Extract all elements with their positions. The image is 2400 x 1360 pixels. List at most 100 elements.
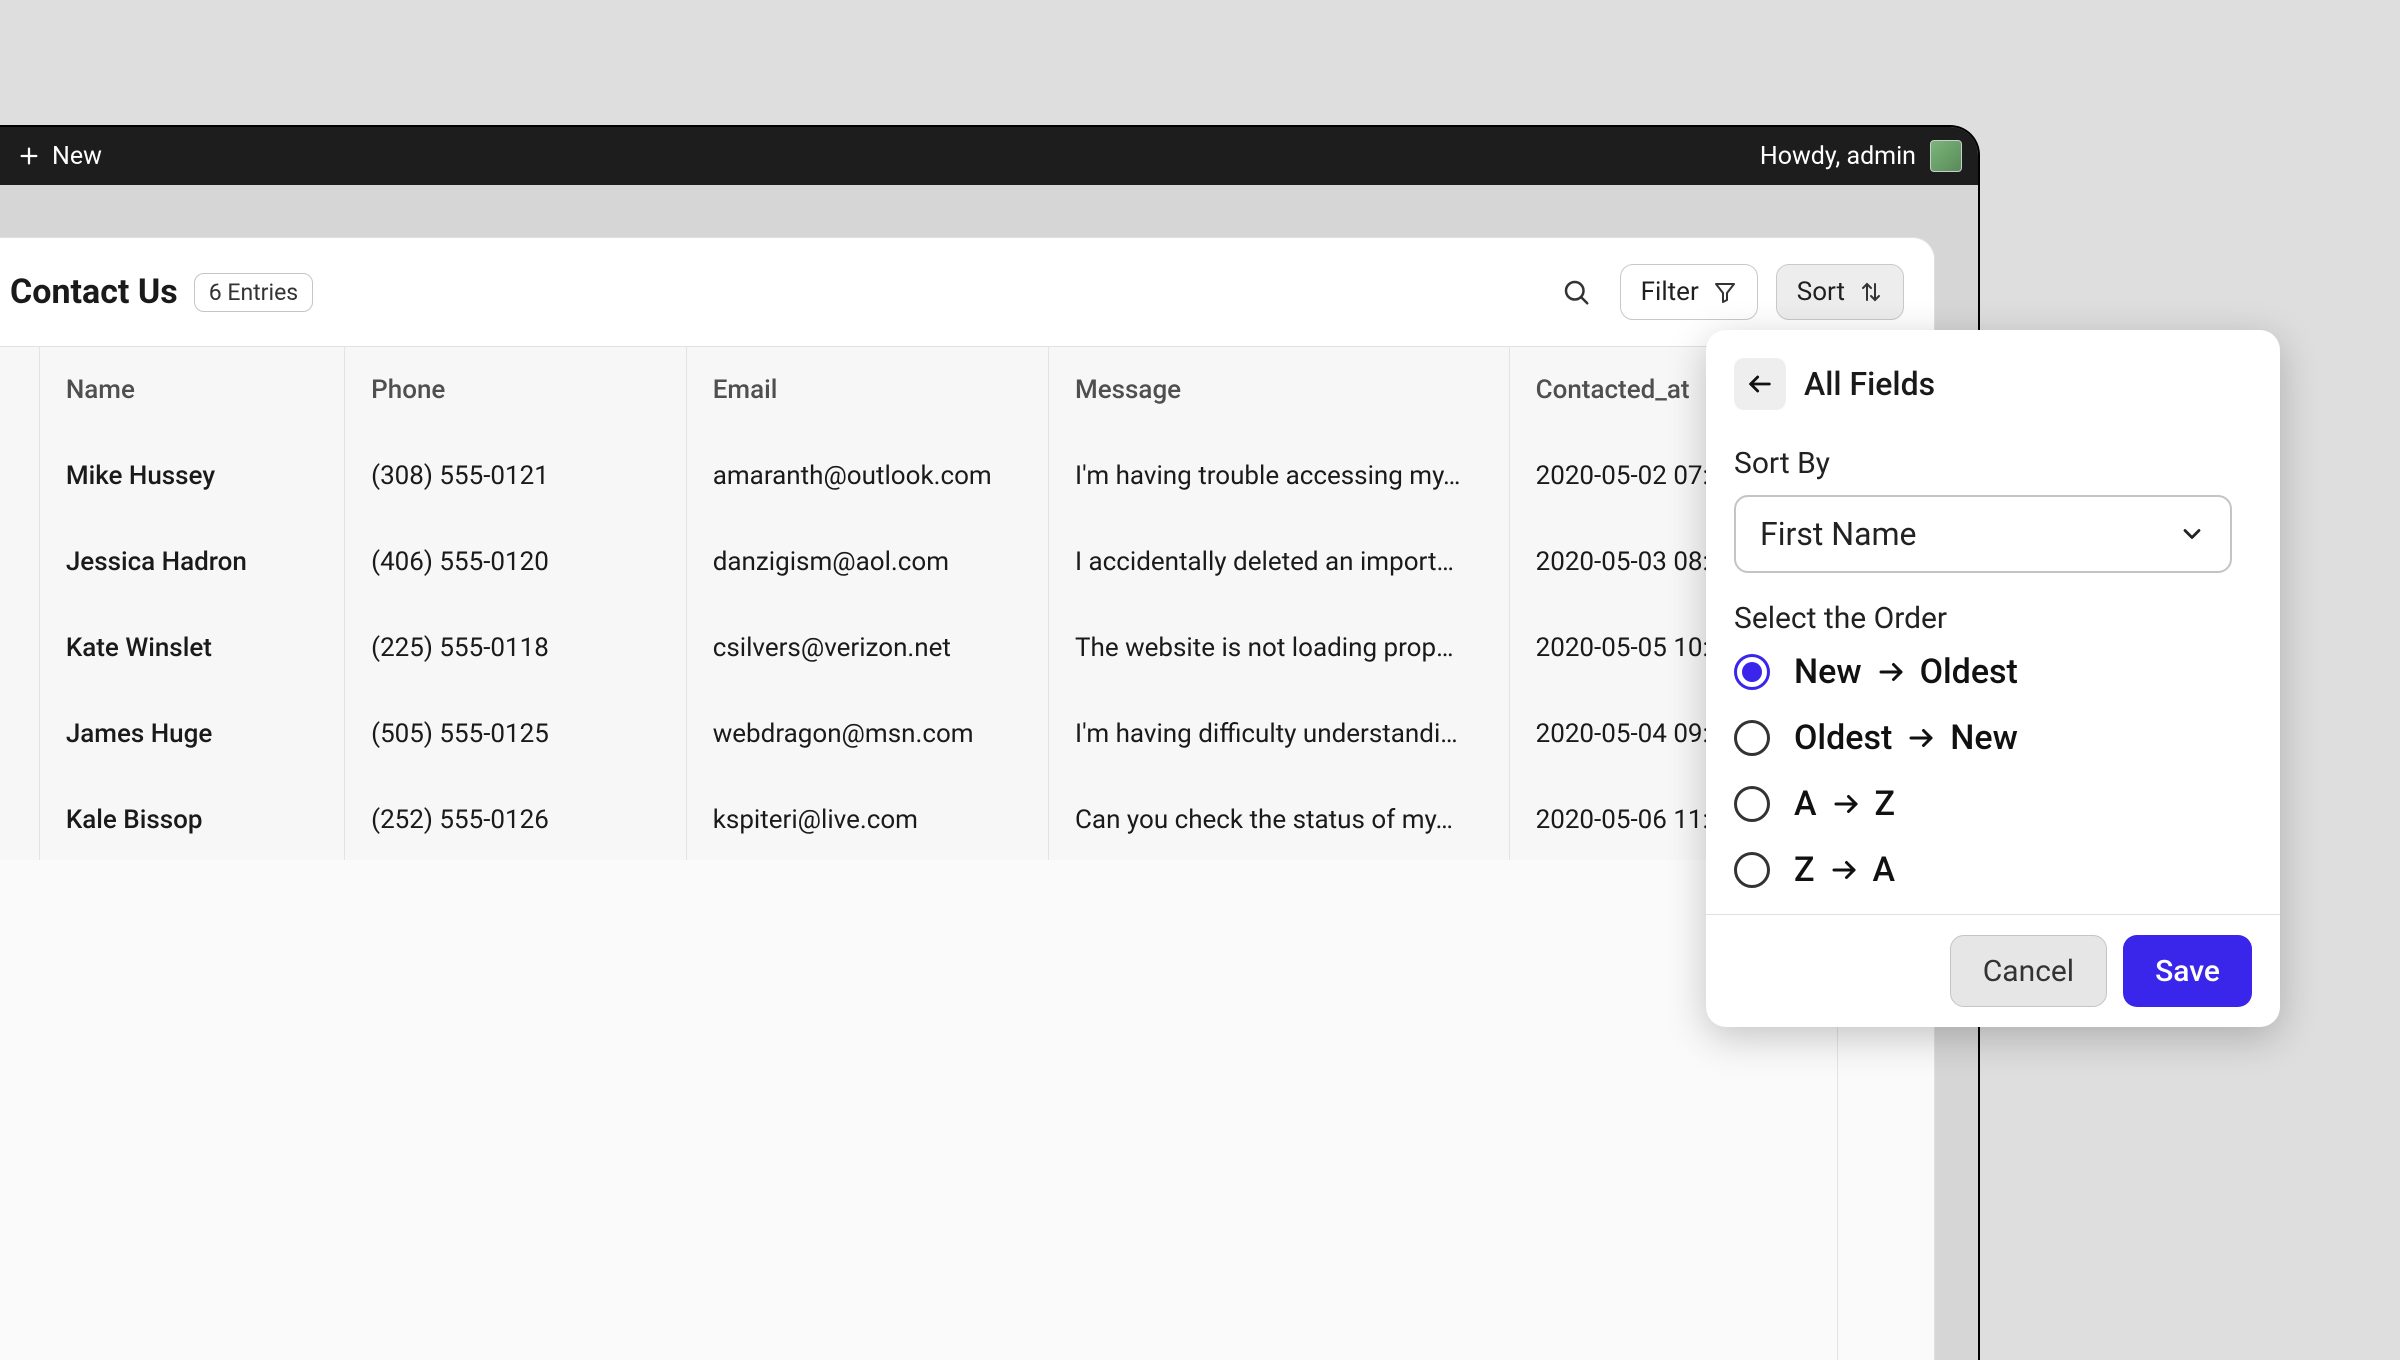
cell-message: I accidentally deleted an import…	[1049, 519, 1510, 605]
cell-email: webdragon@msn.com	[686, 691, 1048, 777]
search-button[interactable]	[1550, 266, 1602, 318]
arrow-right-icon	[1831, 789, 1861, 819]
radio-icon	[1734, 654, 1770, 690]
radio-label-part: Oldest	[1920, 652, 2018, 692]
filter-button[interactable]: Filter	[1620, 264, 1758, 320]
radio-label-part: A	[1873, 850, 1896, 890]
cell-phone: (252) 555-0126	[345, 777, 687, 863]
entries-count-badge: 6 Entries	[194, 273, 313, 312]
radio-label: A Z	[1794, 784, 1895, 824]
arrow-right-icon	[1876, 657, 1906, 687]
cancel-button-label: Cancel	[1983, 954, 2074, 989]
cell-email: danzigism@aol.com	[686, 519, 1048, 605]
sort-popover: All Fields Sort By First Name Select the…	[1706, 330, 2280, 1027]
save-button-label: Save	[2155, 954, 2220, 989]
sort-button[interactable]: Sort	[1776, 264, 1904, 320]
radio-label-part: Z	[1794, 850, 1815, 890]
cell-phone: (308) 555-0121	[345, 433, 687, 519]
arrow-left-icon	[1746, 370, 1774, 398]
search-icon	[1561, 277, 1591, 307]
panel-header: Contact Us 6 Entries Filter Sort	[0, 238, 1934, 346]
radio-label-part: New	[1950, 718, 2018, 758]
popover-body: Sort By First Name Select the Order New …	[1706, 422, 2280, 914]
cell-message: I'm having difficulty understandi…	[1049, 691, 1510, 777]
column-header-phone[interactable]: Phone	[345, 347, 687, 433]
radio-label-part: New	[1794, 652, 1862, 692]
top-bar: New Howdy, admin	[0, 127, 1978, 185]
radio-icon	[1734, 720, 1770, 756]
panel-actions: Filter Sort	[1550, 264, 1904, 320]
entries-panel: Contact Us 6 Entries Filter Sort	[0, 237, 1935, 1360]
radio-label: New Oldest	[1794, 652, 2018, 692]
cell-email: kspiteri@live.com	[686, 777, 1048, 863]
table-row[interactable]: Mike Hussey(308) 555-0121amaranth@outloo…	[0, 433, 1934, 519]
table-gutter-cell	[0, 605, 39, 691]
sort-icon	[1859, 280, 1883, 304]
table-header-row: Name Phone Email Message Contacted_at	[0, 347, 1934, 433]
plus-icon	[16, 143, 42, 169]
page-title: Contact Us	[10, 272, 178, 312]
cell-name: James Huge	[39, 691, 344, 777]
radio-label-part: Z	[1875, 784, 1896, 824]
cell-message: The website is not loading prop…	[1049, 605, 1510, 691]
table-gutter	[0, 347, 39, 433]
sort-button-label: Sort	[1797, 277, 1845, 307]
greeting-text: Howdy, admin	[1760, 142, 1916, 171]
sort-by-value: First Name	[1760, 515, 1917, 553]
radio-icon	[1734, 786, 1770, 822]
popover-header: All Fields	[1706, 330, 2280, 422]
save-button[interactable]: Save	[2123, 935, 2252, 1007]
table-gutter-cell	[0, 691, 39, 777]
table-gutter-cell	[0, 433, 39, 519]
table-gutter-cell	[0, 777, 39, 863]
column-header-message[interactable]: Message	[1049, 347, 1510, 433]
avatar[interactable]	[1930, 140, 1962, 172]
cell-phone: (406) 555-0120	[345, 519, 687, 605]
order-label: Select the Order	[1734, 601, 2252, 636]
table-row[interactable]: Jessica Hadron(406) 555-0120danzigism@ao…	[0, 519, 1934, 605]
table-gutter-cell	[0, 519, 39, 605]
chevron-down-icon	[2178, 520, 2206, 548]
order-radio-group: New Oldest Oldest New A Z	[1734, 652, 2252, 890]
filter-button-label: Filter	[1641, 277, 1699, 307]
radio-oldest-new[interactable]: Oldest New	[1734, 718, 2252, 758]
cell-email: csilvers@verizon.net	[686, 605, 1048, 691]
table-row[interactable]: Kale Bissop(252) 555-0126kspiteri@live.c…	[0, 777, 1934, 863]
radio-label-part: Oldest	[1794, 718, 1892, 758]
cell-phone: (505) 555-0125	[345, 691, 687, 777]
table-row[interactable]: James Huge(505) 555-0125webdragon@msn.co…	[0, 691, 1934, 777]
table-empty-area	[0, 860, 1838, 1360]
popover-title: All Fields	[1804, 365, 1935, 403]
radio-icon	[1734, 852, 1770, 888]
column-header-email[interactable]: Email	[686, 347, 1048, 433]
column-header-name[interactable]: Name	[39, 347, 344, 433]
radio-a-z[interactable]: A Z	[1734, 784, 2252, 824]
app-frame: New Howdy, admin Contact Us 6 Entries Fi…	[0, 125, 1980, 1360]
new-button[interactable]: New	[16, 142, 102, 171]
cell-message: Can you check the status of my…	[1049, 777, 1510, 863]
arrow-right-icon	[1906, 723, 1936, 753]
cell-name: Kate Winslet	[39, 605, 344, 691]
greeting-area: Howdy, admin	[1760, 140, 1962, 172]
arrow-right-icon	[1829, 855, 1859, 885]
back-button[interactable]	[1734, 358, 1786, 410]
panel-title-group: Contact Us 6 Entries	[10, 272, 313, 312]
cell-name: Kale Bissop	[39, 777, 344, 863]
sort-by-label: Sort By	[1734, 446, 2252, 481]
table-row[interactable]: Kate Winslet(225) 555-0118csilvers@veriz…	[0, 605, 1934, 691]
radio-label: Z A	[1794, 850, 1895, 890]
radio-new-oldest[interactable]: New Oldest	[1734, 652, 2252, 692]
cancel-button[interactable]: Cancel	[1950, 935, 2107, 1007]
entries-table: Name Phone Email Message Contacted_at Mi…	[0, 346, 1934, 949]
new-button-label: New	[52, 142, 102, 171]
radio-label: Oldest New	[1794, 718, 2018, 758]
popover-footer: Cancel Save	[1706, 914, 2280, 1027]
sort-by-select[interactable]: First Name	[1734, 495, 2232, 573]
radio-z-a[interactable]: Z A	[1734, 850, 2252, 890]
filter-icon	[1713, 280, 1737, 304]
radio-label-part: A	[1794, 784, 1817, 824]
cell-name: Mike Hussey	[39, 433, 344, 519]
cell-email: amaranth@outlook.com	[686, 433, 1048, 519]
cell-phone: (225) 555-0118	[345, 605, 687, 691]
cell-message: I'm having trouble accessing my…	[1049, 433, 1510, 519]
